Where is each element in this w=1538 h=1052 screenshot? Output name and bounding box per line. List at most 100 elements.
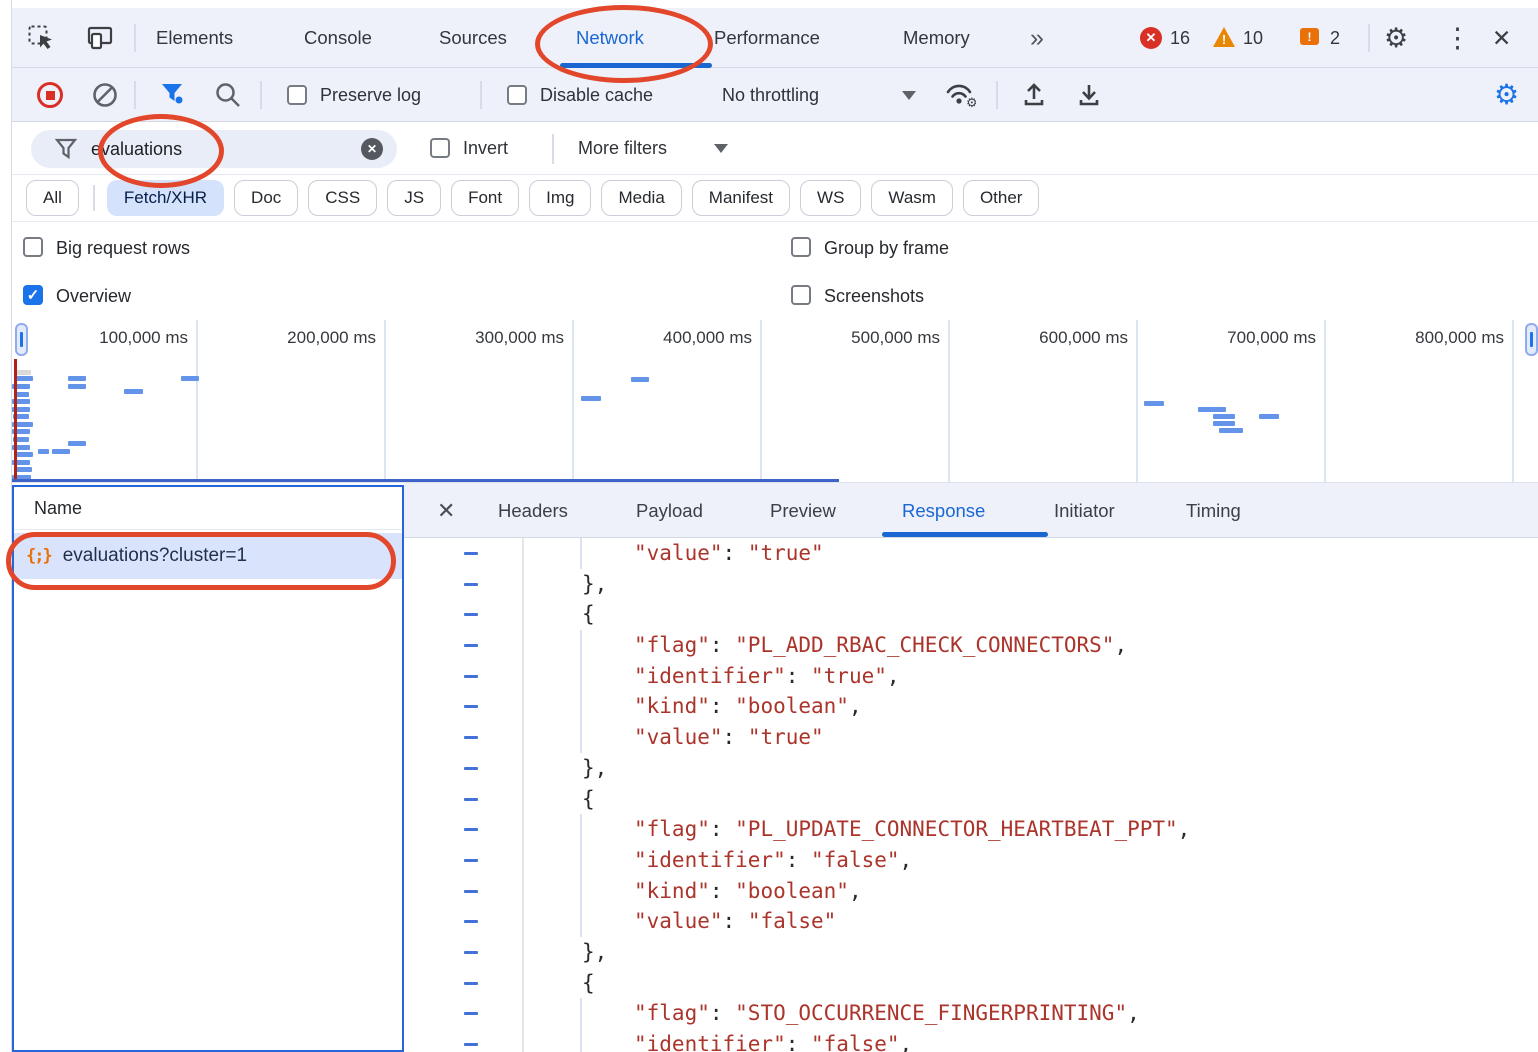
import-har-icon[interactable] xyxy=(1020,81,1048,109)
more-filters-button[interactable]: More filters xyxy=(578,122,667,175)
kebab-menu-icon[interactable]: ⋮ xyxy=(1444,8,1471,68)
type-filter-wasm[interactable]: Wasm xyxy=(871,180,953,216)
toolbar-divider xyxy=(134,81,136,109)
request-bar xyxy=(124,389,143,394)
close-devtools-icon[interactable]: ✕ xyxy=(1492,8,1511,68)
tab-memory[interactable]: Memory xyxy=(903,8,970,68)
check-glyph: ✓ xyxy=(27,286,40,304)
request-bar xyxy=(14,467,32,472)
fold-marker-icon[interactable] xyxy=(464,613,478,616)
type-filter-js[interactable]: JS xyxy=(387,180,441,216)
fold-marker-icon[interactable] xyxy=(464,644,478,647)
tab-elements[interactable]: Elements xyxy=(156,8,233,68)
response-line: }, xyxy=(404,569,1538,600)
device-toolbar-icon[interactable] xyxy=(84,24,116,52)
fold-marker-icon[interactable] xyxy=(464,705,478,708)
fold-marker-icon[interactable] xyxy=(464,736,478,739)
load-event-line xyxy=(14,359,17,480)
fold-marker-icon[interactable] xyxy=(464,675,478,678)
filter-input-value[interactable]: evaluations xyxy=(91,130,182,168)
network-settings-gear-icon[interactable]: ⚙ xyxy=(1494,68,1519,122)
fold-marker-icon[interactable] xyxy=(464,1043,478,1046)
screenshots-label: Screenshots xyxy=(824,284,924,308)
filter-funnel-icon[interactable] xyxy=(160,83,186,107)
fold-marker-icon[interactable] xyxy=(464,552,478,555)
fold-marker-icon[interactable] xyxy=(464,890,478,893)
warning-badge-icon[interactable]: ! xyxy=(1212,26,1236,48)
search-icon[interactable] xyxy=(214,81,242,109)
request-bar xyxy=(1213,421,1235,426)
toolbar-divider xyxy=(996,81,998,109)
request-row-selected[interactable]: {;} evaluations?cluster=1 xyxy=(14,533,402,579)
type-filter-other[interactable]: Other xyxy=(963,180,1040,216)
overview-right-grip[interactable] xyxy=(1525,323,1538,356)
throttling-select[interactable]: No throttling xyxy=(722,68,819,122)
invert-checkbox[interactable] xyxy=(430,138,450,158)
detail-tab-preview[interactable]: Preview xyxy=(770,483,836,538)
request-bar xyxy=(581,396,601,401)
throttling-dropdown-arrow-icon[interactable] xyxy=(902,91,916,100)
type-filter-doc[interactable]: Doc xyxy=(234,180,298,216)
filter-input[interactable]: evaluations ✕ xyxy=(31,130,397,168)
tab-sources[interactable]: Sources xyxy=(439,8,507,68)
type-filter-media[interactable]: Media xyxy=(601,180,681,216)
type-filter-css[interactable]: CSS xyxy=(308,180,377,216)
type-filter-img[interactable]: Img xyxy=(529,180,591,216)
response-line: { xyxy=(404,968,1538,999)
fold-marker-icon[interactable] xyxy=(464,798,478,801)
network-conditions-icon[interactable]: ⚙ xyxy=(944,81,976,109)
resource-type-filters: All Fetch/XHR Doc CSS JS Font Img Media … xyxy=(12,175,1538,222)
inspect-element-icon[interactable] xyxy=(26,24,56,52)
fold-marker-icon[interactable] xyxy=(464,583,478,586)
overview-checkbox[interactable]: ✓ xyxy=(23,285,43,305)
name-column-header[interactable]: Name xyxy=(14,487,402,530)
detail-tab-payload[interactable]: Payload xyxy=(636,483,703,538)
close-detail-icon[interactable]: ✕ xyxy=(437,483,455,538)
type-filter-all[interactable]: All xyxy=(26,180,79,216)
detail-tab-headers[interactable]: Headers xyxy=(498,483,568,538)
fold-marker-icon[interactable] xyxy=(464,1012,478,1015)
fold-marker-icon[interactable] xyxy=(464,767,478,770)
group-by-frame-checkbox[interactable] xyxy=(791,237,811,257)
disable-cache-label: Disable cache xyxy=(540,68,653,122)
big-request-rows-checkbox[interactable] xyxy=(23,237,43,257)
fold-marker-icon[interactable] xyxy=(464,828,478,831)
type-filter-ws[interactable]: WS xyxy=(800,180,861,216)
detail-tab-response[interactable]: Response xyxy=(902,483,985,538)
disable-cache-checkbox[interactable] xyxy=(507,85,527,105)
overview-timeline[interactable]: 100,000 ms200,000 ms300,000 ms400,000 ms… xyxy=(12,320,1538,483)
fold-marker-icon[interactable] xyxy=(464,982,478,985)
detail-tab-timing[interactable]: Timing xyxy=(1186,483,1241,538)
issues-badge-icon[interactable]: ! xyxy=(1300,28,1319,45)
fold-marker-icon[interactable] xyxy=(464,951,478,954)
tab-network[interactable]: Network xyxy=(576,8,644,68)
timeline-tick-label: 700,000 ms xyxy=(1146,328,1316,348)
more-tabs-icon[interactable]: » xyxy=(1030,8,1044,68)
request-bar xyxy=(1198,407,1226,412)
fold-marker-icon[interactable] xyxy=(464,920,478,923)
toolbar-divider xyxy=(480,81,482,109)
settings-gear-icon[interactable]: ⚙ xyxy=(1384,8,1408,68)
request-name: evaluations?cluster=1 xyxy=(63,545,247,567)
screenshots-checkbox[interactable] xyxy=(791,285,811,305)
type-filter-manifest[interactable]: Manifest xyxy=(692,180,790,216)
tab-console[interactable]: Console xyxy=(304,8,372,68)
response-line: "value": "true" xyxy=(404,538,1538,569)
export-har-icon[interactable] xyxy=(1075,81,1103,109)
fold-marker-icon[interactable] xyxy=(464,859,478,862)
detail-tab-initiator[interactable]: Initiator xyxy=(1054,483,1115,538)
json-response-icon: {;} xyxy=(26,546,51,566)
tab-performance[interactable]: Performance xyxy=(714,8,820,68)
overview-left-grip[interactable] xyxy=(15,323,28,356)
clear-network-log-icon[interactable] xyxy=(92,82,118,108)
type-filter-font[interactable]: Font xyxy=(451,180,519,216)
record-stop-icon[interactable] xyxy=(37,82,63,108)
clear-filter-icon[interactable]: ✕ xyxy=(361,138,383,160)
more-filters-arrow-icon[interactable] xyxy=(714,144,728,153)
type-filter-fetch-xhr[interactable]: Fetch/XHR xyxy=(107,180,224,216)
error-badge-icon[interactable]: ✕ xyxy=(1140,27,1162,49)
response-line: { xyxy=(404,784,1538,815)
preserve-log-checkbox[interactable] xyxy=(287,85,307,105)
response-code-view[interactable]: "value": "true"},{"flag": "PL_ADD_RBAC_C… xyxy=(404,538,1538,1052)
timeline-gridline xyxy=(384,320,386,482)
